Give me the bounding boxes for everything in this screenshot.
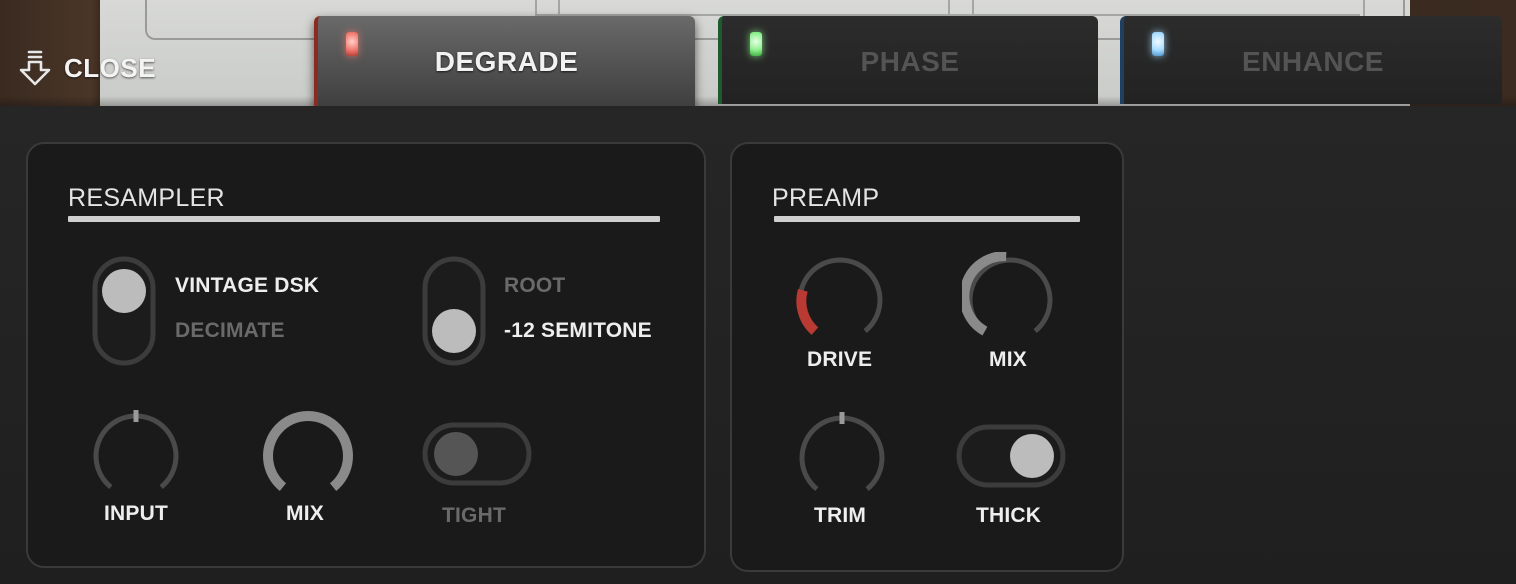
close-label: CLOSE [64,52,157,83]
tab-enhance[interactable]: ENHANCE [1120,16,1502,104]
section-divider [774,216,1080,222]
download-arrow-icon [19,50,51,86]
trim-knob[interactable] [794,410,890,500]
input-knob[interactable] [88,408,184,498]
resampler-mix-knob[interactable] [260,408,356,498]
knob-track [799,415,885,492]
section-title: PREAMP [772,184,880,212]
tab-label: ENHANCE [1242,46,1384,77]
pitch-switch[interactable] [422,256,486,366]
preamp-section: PREAMP DRIVE MIX TRIM THICK [730,142,1124,572]
tab-degrade[interactable]: DEGRADE [314,16,695,108]
resampler-mix-knob-label: MIX [286,502,324,525]
input-knob-label: INPUT [104,502,168,525]
tight-toggle-label: TIGHT [442,504,506,527]
preamp-mix-knob-label: MIX [989,348,1027,371]
tab-label: PHASE [860,46,960,77]
close-button[interactable]: CLOSE [18,48,168,88]
drive-knob-label: DRIVE [807,348,873,371]
drive-knob[interactable] [792,252,888,342]
pitch-option-root[interactable]: ROOT [504,274,565,298]
knob-track [967,257,1053,334]
degrade-panel: RESAMPLER VINTAGE DSK DECIMATE ROOT -12 … [0,106,1516,584]
tab-label: DEGRADE [434,46,579,77]
trim-knob-label: TRIM [814,504,867,527]
knob-fill [796,288,819,335]
section-title: RESAMPLER [68,184,225,212]
preamp-mix-knob[interactable] [962,252,1058,342]
mode-option-decimate[interactable]: DECIMATE [175,319,285,343]
mode-option-vintage-dsk[interactable]: VINTAGE DSK [175,274,319,298]
tight-toggle[interactable] [422,422,532,486]
knob-track [93,413,179,490]
resampler-section: RESAMPLER VINTAGE DSK DECIMATE ROOT -12 … [26,142,706,568]
thick-toggle-label: THICK [976,504,1042,527]
thick-toggle[interactable] [956,424,1066,488]
section-divider [68,216,660,222]
knob-fill [263,410,353,491]
mode-switch[interactable] [92,256,156,366]
tab-phase[interactable]: PHASE [718,16,1098,104]
pitch-option-minus-12-semitone[interactable]: -12 SEMITONE [504,319,652,343]
